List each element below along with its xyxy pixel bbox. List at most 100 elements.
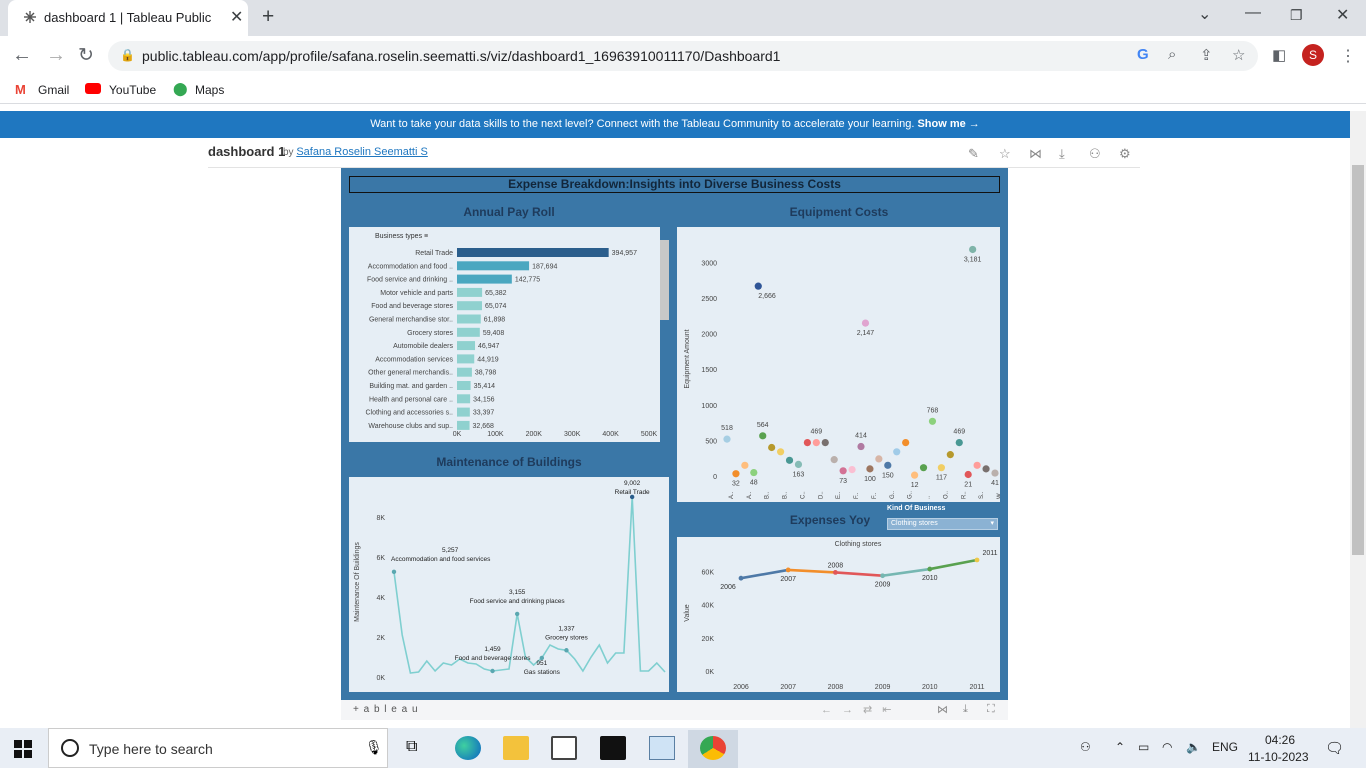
payroll-title: Annual Pay Roll bbox=[463, 205, 555, 219]
x-tick-label: A.. bbox=[747, 491, 753, 499]
people-icon[interactable]: ⚇ bbox=[1080, 740, 1091, 754]
tableau-logo: + a b l e a u bbox=[353, 704, 419, 715]
y-tick-label: 6K bbox=[376, 555, 385, 562]
wifi-icon[interactable]: ◠ bbox=[1162, 740, 1172, 754]
fullscreen-icon[interactable]: ⛶ bbox=[987, 703, 995, 716]
download-footer-icon[interactable]: ⤓ bbox=[963, 703, 968, 716]
minimize-button[interactable]: — bbox=[1245, 4, 1261, 22]
x-tick-label: 400K bbox=[602, 431, 619, 438]
y-tick-label: 500 bbox=[705, 438, 717, 445]
bar-value-label: 65,382 bbox=[485, 290, 507, 297]
payroll-bar-chart[interactable]: Business types ≡ Retail Trade 394,957 Accom… bbox=[349, 227, 660, 442]
payroll-bar bbox=[457, 301, 482, 311]
community-banner[interactable]: Want to take your data skills to the nex… bbox=[0, 111, 1350, 138]
kind-of-business-dropdown[interactable]: Clothing stores ▾ bbox=[887, 518, 998, 530]
snipping-tool-icon[interactable] bbox=[649, 736, 675, 760]
close-tab-icon[interactable]: ✕ bbox=[230, 7, 243, 27]
clock-date[interactable]: 11-10-2023 bbox=[1248, 750, 1309, 764]
restore-button[interactable]: ❐ bbox=[1290, 7, 1303, 24]
dropdown-value: Clothing stores bbox=[891, 520, 938, 527]
scatter-point bbox=[964, 470, 972, 479]
windows-start-icon[interactable] bbox=[14, 740, 32, 758]
maintenance-line-chart[interactable]: Maintenance Of Buildings 0K 2K 4K 6K 8K 5,257 A… bbox=[349, 477, 669, 692]
yoy-point-label: 2011 bbox=[982, 550, 997, 557]
bookmark-maps[interactable]: Maps bbox=[195, 83, 224, 97]
yoy-line-chart[interactable]: Clothing stores Value 0K 20K 40K 60K 2006 2006 2… bbox=[677, 537, 1000, 692]
notifications-icon[interactable]: 🗨 bbox=[1325, 739, 1344, 757]
page-scrollbar-thumb[interactable] bbox=[1352, 165, 1364, 555]
close-window-button[interactable]: ✕ bbox=[1336, 5, 1349, 25]
bar-category-label: Building mat. and garden .. bbox=[369, 383, 453, 390]
edge-icon[interactable] bbox=[455, 736, 481, 760]
language-indicator[interactable]: ENG bbox=[1212, 740, 1238, 754]
microphone-icon[interactable]: 🎙 bbox=[365, 739, 383, 756]
settings-gear-icon[interactable]: ⚙ bbox=[1119, 146, 1131, 162]
bar-category-label: Health and personal care .. bbox=[369, 396, 453, 403]
browser-tab[interactable]: dashboard 1 | Tableau Public ✕ bbox=[8, 0, 248, 36]
bookmark-star-icon[interactable]: ☆ bbox=[1232, 46, 1245, 64]
annotation-value: 9,002 bbox=[624, 480, 641, 487]
banner-link[interactable]: Show me → bbox=[917, 118, 979, 130]
new-tab-button[interactable]: + bbox=[262, 5, 274, 29]
scatter-point bbox=[803, 439, 811, 447]
x-tick-label: W.. bbox=[997, 490, 1000, 499]
bar-value-label: 44,919 bbox=[477, 356, 499, 363]
viz-toolbar-icons[interactable]: ←→⇄⇤ bbox=[821, 703, 901, 716]
point-label: 21 bbox=[964, 482, 972, 489]
scatter-point bbox=[759, 432, 767, 440]
search-icon bbox=[61, 739, 79, 757]
x-tick-label: E.. bbox=[836, 491, 842, 499]
author-link[interactable]: Safana Roselin Seematti S bbox=[296, 146, 427, 158]
dashboard-title: Expense Breakdown:Insights into Diverse … bbox=[349, 176, 1000, 193]
scatter-point bbox=[741, 461, 749, 469]
tray-chevron-icon[interactable]: ⌃ bbox=[1115, 740, 1125, 754]
y-tick-label: 8K bbox=[376, 515, 385, 522]
bar-value-label: 34,156 bbox=[473, 396, 495, 403]
equipment-scatter-chart[interactable]: Equipment Amount 0 500 1000 1500 2000 2500 3000… bbox=[677, 227, 1000, 502]
share-footer-icon[interactable]: ⋈ bbox=[937, 703, 948, 716]
file-explorer-icon[interactable] bbox=[503, 736, 529, 760]
x-tick-label: 0K bbox=[453, 431, 462, 438]
task-view-icon[interactable]: ⧉ bbox=[406, 738, 417, 756]
edit-icon[interactable]: ✎ bbox=[968, 146, 979, 162]
payroll-bar bbox=[457, 261, 530, 271]
point-label: 117 bbox=[936, 475, 947, 482]
share-icon[interactable]: ⇪ bbox=[1200, 46, 1213, 64]
equipment-title: Equipment Costs bbox=[789, 205, 889, 219]
clock-time[interactable]: 04:26 bbox=[1258, 733, 1302, 747]
payroll-bar bbox=[457, 248, 609, 257]
bookmark-gmail[interactable]: Gmail bbox=[38, 83, 69, 97]
microsoft-store-icon[interactable] bbox=[551, 736, 577, 760]
zoom-icon[interactable]: ⌕ bbox=[1168, 46, 1176, 63]
scatter-point bbox=[969, 245, 977, 254]
chevron-down-icon[interactable]: ⌄ bbox=[1198, 4, 1211, 24]
yoy-point bbox=[974, 557, 980, 563]
profile-avatar[interactable]: S bbox=[1302, 44, 1324, 66]
favorite-icon[interactable]: ☆ bbox=[999, 146, 1011, 162]
forward-icon[interactable]: → bbox=[46, 44, 66, 67]
reload-icon[interactable]: ↻ bbox=[78, 44, 94, 67]
y-tick-label: 2K bbox=[376, 635, 385, 642]
share-viz-icon[interactable]: ⋈ bbox=[1029, 146, 1042, 162]
payroll-bar bbox=[457, 274, 512, 284]
bar-category-label: Accommodation and food .. bbox=[368, 263, 453, 270]
back-icon[interactable]: ← bbox=[12, 44, 32, 67]
menu-kebab-icon[interactable]: ⋮ bbox=[1340, 46, 1356, 66]
bookmark-youtube[interactable]: YouTube bbox=[109, 83, 156, 97]
side-panel-icon[interactable]: ◧ bbox=[1272, 46, 1286, 64]
taskbar-search[interactable]: Type here to search 🎙 bbox=[48, 728, 388, 768]
volume-icon[interactable]: 🔈 bbox=[1186, 740, 1201, 754]
download-icon[interactable]: ⤓ bbox=[1059, 146, 1065, 162]
metrics-icon[interactable]: ⚇ bbox=[1089, 146, 1101, 162]
bar-category-label: Grocery stores bbox=[407, 330, 453, 337]
google-translate-icon[interactable]: G bbox=[1137, 46, 1149, 63]
chrome-icon[interactable] bbox=[700, 736, 726, 760]
address-bar[interactable]: 🔒 public.tableau.com/app/profile/safana.… bbox=[108, 41, 1258, 71]
battery-icon[interactable]: ▭ bbox=[1138, 740, 1149, 754]
mail-icon[interactable] bbox=[600, 736, 626, 760]
payroll-scrollbar[interactable] bbox=[660, 240, 669, 320]
x-tick-label: S.. bbox=[979, 491, 985, 499]
y-axis-label: Maintenance Of Buildings bbox=[354, 542, 361, 622]
bar-category-label: Retail Trade bbox=[415, 250, 453, 257]
x-tick-label: B.. bbox=[783, 491, 789, 499]
